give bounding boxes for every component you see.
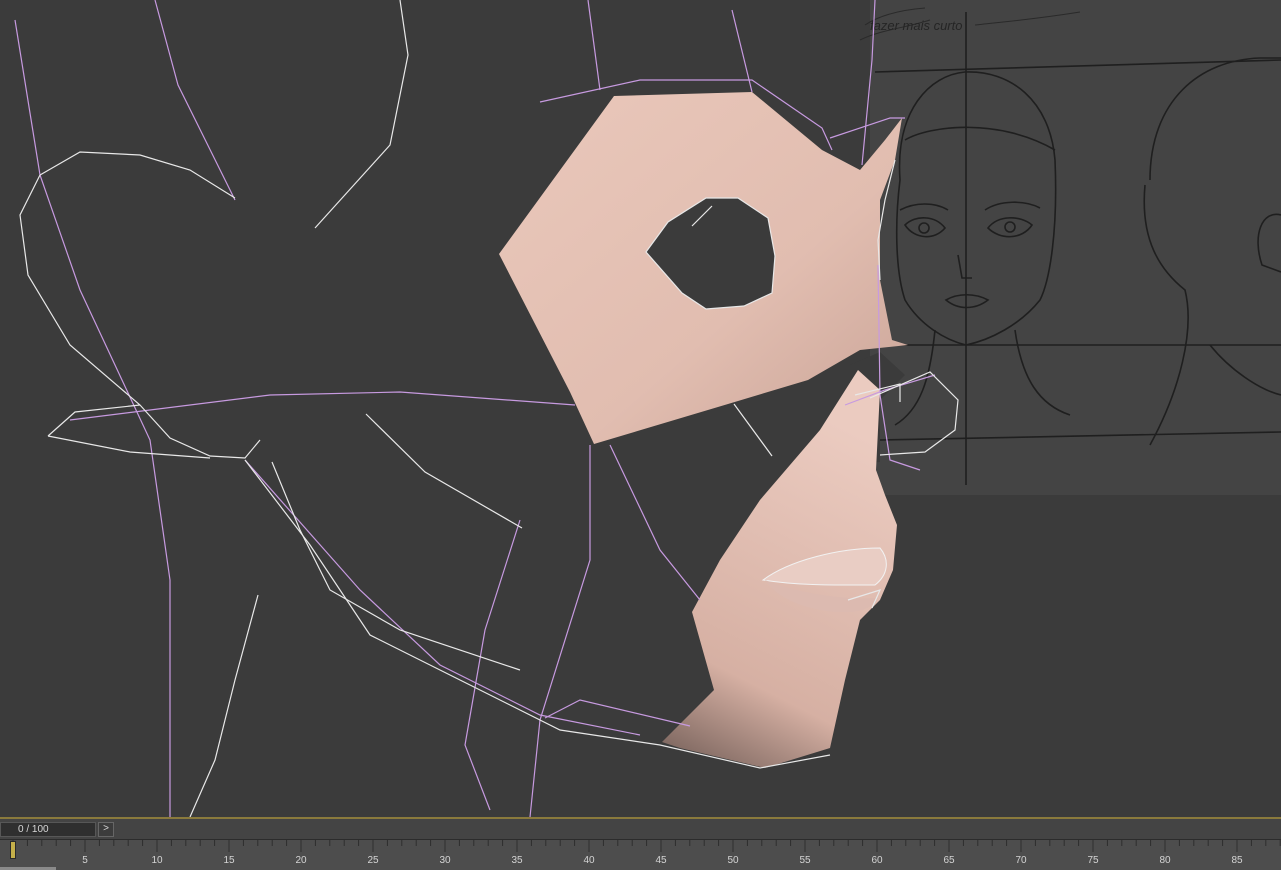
ruler-tick-label: 15 [223, 855, 235, 866]
ruler-tick-label: 10 [151, 855, 163, 866]
playhead-handle[interactable] [10, 841, 16, 859]
ruler-tick-label: 45 [655, 855, 667, 866]
frame-counter: 0 / 100 [18, 824, 49, 835]
timeline-panel: 0 / 100 > 5 10 15 20 25 30 35 40 45 50 55 60 65 70 75 8… [0, 817, 1281, 870]
ruler-tick-label: 30 [439, 855, 451, 866]
ruler-tick-label: 55 [799, 855, 811, 866]
viewport-scene: fazer mais curto [14, 0, 1281, 817]
ruler-tick-label: 40 [583, 855, 595, 866]
ruler-tick-label: 80 [1159, 855, 1171, 866]
ruler-tick-label: 25 [367, 855, 379, 866]
ruler-tick-label: 20 [295, 855, 307, 866]
next-frame-button[interactable]: > [98, 822, 114, 837]
ruler-tick-label: 50 [727, 855, 739, 866]
sketch-note: fazer mais curto [870, 18, 962, 33]
ruler-tick-label: 60 [871, 855, 883, 866]
ruler-tick-label: 75 [1087, 855, 1099, 866]
ruler-tick-label: 85 [1231, 855, 1243, 866]
reference-sketch-plane: fazer mais curto [859, 0, 1281, 495]
perspective-viewport[interactable]: fazer mais curto [0, 0, 1281, 817]
ruler-tick-label: 5 [82, 855, 88, 866]
frame-ruler[interactable]: 5 10 15 20 25 30 35 40 45 50 55 60 65 70 75 80 85 [0, 839, 1281, 870]
ruler-ticks: 5 10 15 20 25 30 35 40 45 50 55 60 65 70 75 80 85 [12, 840, 1281, 866]
face-mesh-surfaces [499, 92, 908, 768]
ruler-tick-label: 65 [943, 855, 955, 866]
time-slider[interactable]: 0 / 100 [0, 822, 96, 837]
ruler-tick-label: 35 [511, 855, 523, 866]
ruler-tick-label: 70 [1015, 855, 1027, 866]
